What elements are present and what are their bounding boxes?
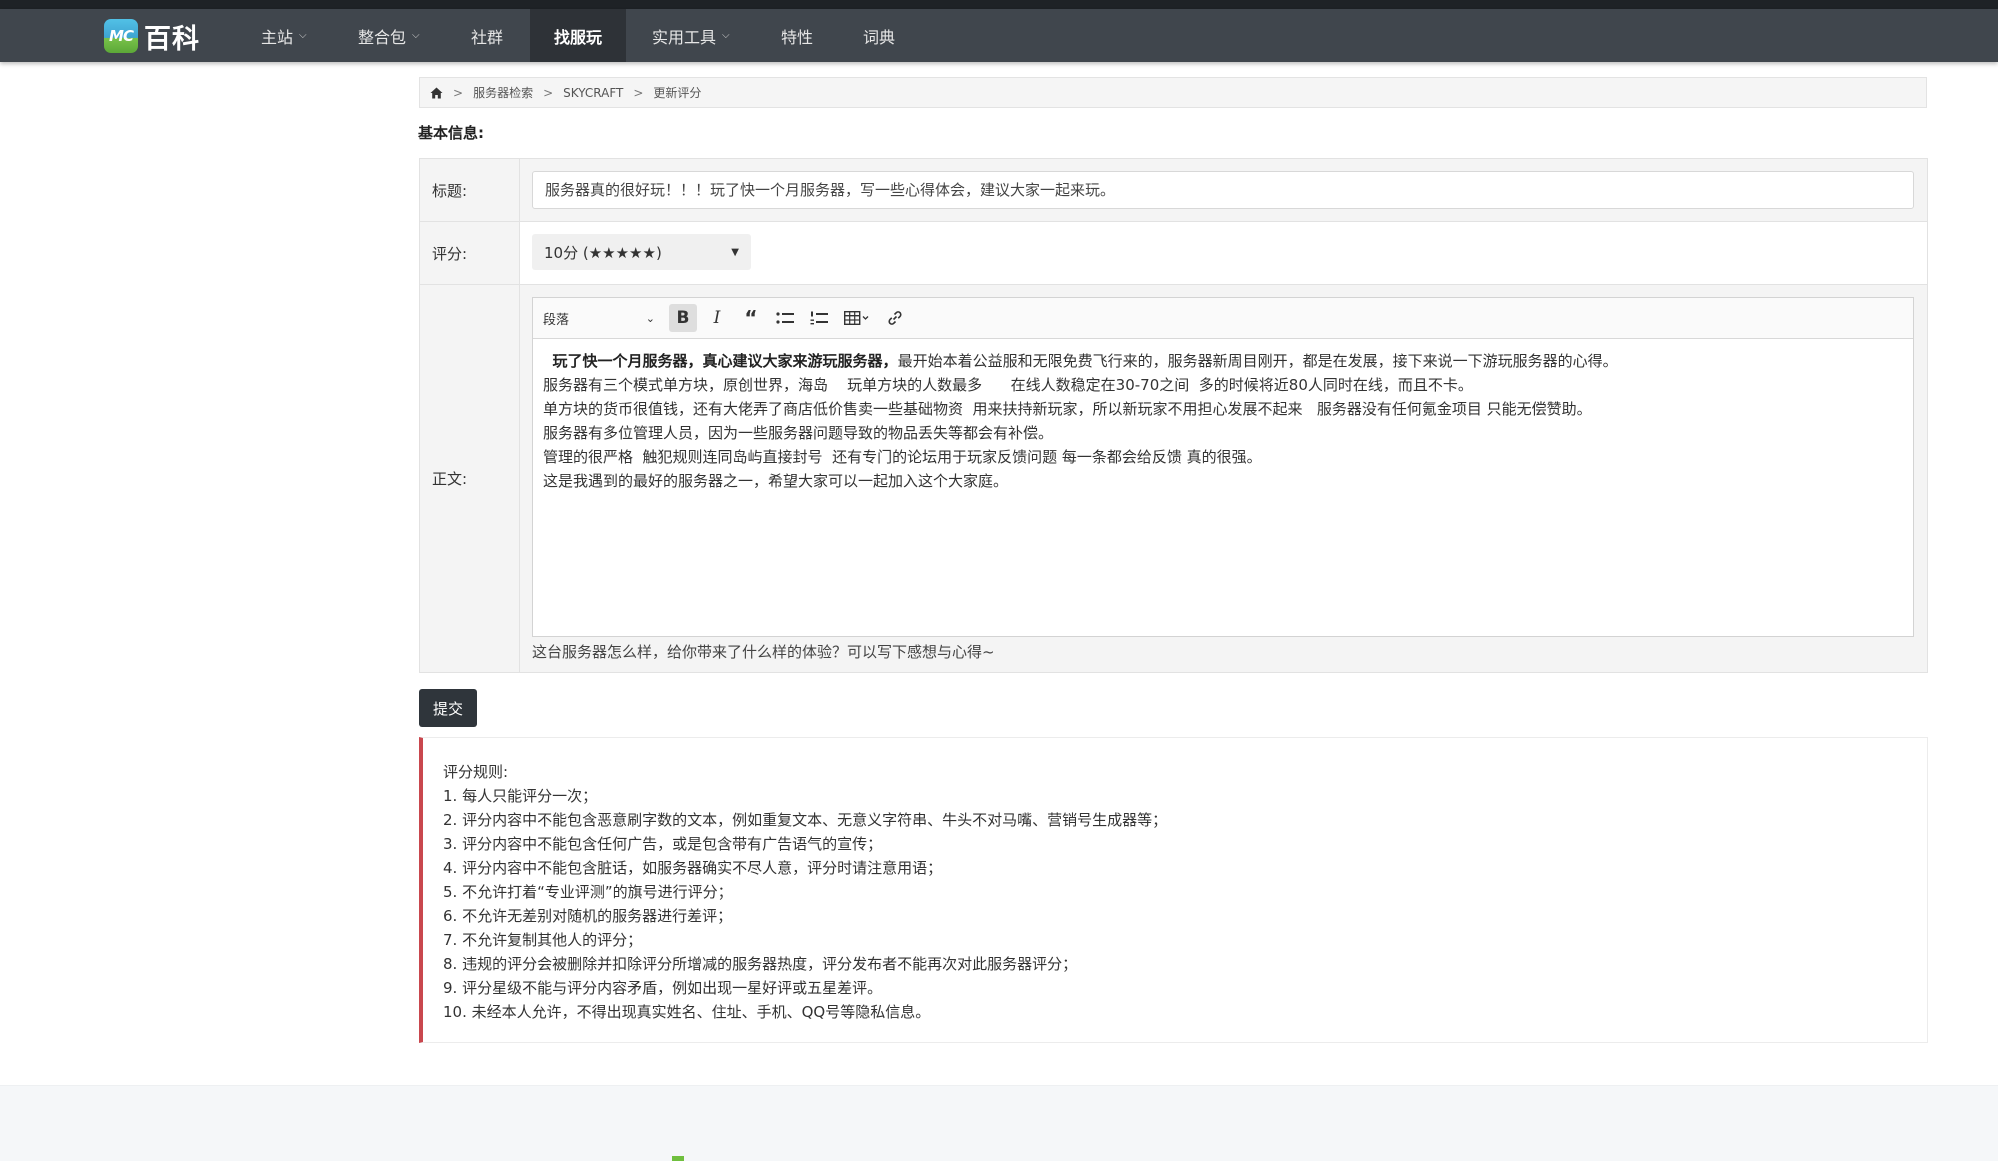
rating-select[interactable]: 10分 (★★★★★) ▼ xyxy=(532,234,751,270)
breadcrumb-link-server[interactable]: SKYCRAFT xyxy=(563,86,623,100)
rule-item: 1. 每人只能评分一次； xyxy=(443,787,598,805)
rule-item: 5. 不允许打着“专业评测”的旗号进行评分； xyxy=(443,883,733,901)
bulleted-list-icon[interactable] xyxy=(771,304,799,332)
top-navbar: MC 百科 主站 ⌵ 整合包 ⌵ 社群 找服玩 实用工具 ⌵ 特性 词典 xyxy=(0,9,1998,62)
breadcrumb-separator: > xyxy=(633,85,644,100)
nav-item-label: 整合包 xyxy=(358,27,407,47)
editor-paragraph: 这是我遇到的最好的服务器之一，希望大家可以一起加入这个大家庭。 xyxy=(543,472,1009,490)
nav-item-features[interactable]: 特性 xyxy=(766,9,828,62)
numbered-list-icon[interactable] xyxy=(805,304,833,332)
editor-toolbar: 段落 ⌄ B I “ xyxy=(533,298,1913,339)
heading-dropdown-value: 段落 xyxy=(543,312,570,328)
nav-item-community[interactable]: 社群 xyxy=(456,9,518,62)
footer-logo-fragment xyxy=(672,1156,684,1161)
nav-item-main-site[interactable]: 主站 ⌵ xyxy=(246,9,322,62)
editor-text: 最开始本着公益服和无限免费飞行来的，服务器新周目刚开，都是在发展，接下来说一下游… xyxy=(897,352,1618,370)
link-icon[interactable] xyxy=(881,304,909,332)
rule-item: 2. 评分内容中不能包含恶意刷字数的文本，例如重复文本、无意义字符串、牛头不对马… xyxy=(443,811,1168,829)
nav-item-label: 实用工具 xyxy=(652,27,717,47)
breadcrumb: > 服务器检索 > SKYCRAFT > 更新评分 xyxy=(419,77,1927,108)
section-title: 基本信息: xyxy=(418,124,484,142)
nav-item-label: 特性 xyxy=(781,27,814,47)
editor-content[interactable]: 玩了快一个月服务器，真心建议大家来游玩服务器，最开始本着公益服和无限免费飞行来的… xyxy=(533,339,1913,503)
editor-hint: 这台服务器怎么样，给你带来了什么样的体验？可以写下感想与心得~ xyxy=(532,643,995,661)
table-icon[interactable] xyxy=(839,304,875,332)
breadcrumb-separator: > xyxy=(543,85,554,100)
editor-paragraph: 服务器有多位管理人员，因为一些服务器问题导致的物品丢失等都会有补偿。 xyxy=(543,424,1054,442)
chevron-down-icon: ⌵ xyxy=(299,30,307,41)
nav-item-find-servers[interactable]: 找服玩 xyxy=(530,9,627,62)
nav-item-label: 社群 xyxy=(471,27,504,47)
heading-dropdown[interactable]: 段落 ⌄ xyxy=(543,305,663,331)
review-form: 标题: 服务器真的很好玩！！！玩了快一个月服务器，写一些心得体会，建议大家一起来… xyxy=(419,158,1928,673)
rating-rules-panel: 评分规则: 1. 每人只能评分一次； 2. 评分内容中不能包含恶意刷字数的文本，… xyxy=(419,737,1928,1043)
editor-paragraph: 玩了快一个月服务器，真心建议大家来游玩服务器，最开始本着公益服和无限免费飞行来的… xyxy=(543,349,1903,373)
title-input[interactable]: 服务器真的很好玩！！！玩了快一个月服务器，写一些心得体会，建议大家一起来玩。 xyxy=(532,171,1914,209)
page-footer xyxy=(0,1085,1998,1161)
editor-bold-text: 玩了快一个月服务器，真心建议大家来游玩服务器， xyxy=(552,352,898,370)
rule-item: 6. 不允许无差别对随机的服务器进行差评； xyxy=(443,907,733,925)
title-row: 标题: 服务器真的很好玩！！！玩了快一个月服务器，写一些心得体会，建议大家一起来… xyxy=(420,159,1927,222)
editor-paragraph: 单方块的货币很值钱，还有大佬弄了商店低价售卖一些基础物资 用来扶持新玩家，所以新… xyxy=(543,400,1592,418)
rule-item: 8. 违规的评分会被删除并扣除评分所增减的服务器热度，评分发布者不能再次对此服务… xyxy=(443,955,1078,973)
submit-button[interactable]: 提交 xyxy=(419,689,477,727)
logo-text: 百科 xyxy=(144,23,200,55)
nav-item-dictionary[interactable]: 词典 xyxy=(848,9,910,62)
italic-icon[interactable]: I xyxy=(703,304,731,332)
caret-down-icon: ▼ xyxy=(731,246,739,258)
title-label: 标题: xyxy=(420,159,520,221)
breadcrumb-separator: > xyxy=(453,85,464,100)
rating-select-value: 10分 (★★★★★) xyxy=(544,243,662,262)
rating-label: 评分: xyxy=(420,222,520,284)
chevron-down-icon: ⌵ xyxy=(722,30,730,41)
site-logo[interactable]: MC 百科 xyxy=(104,19,200,55)
logo-badge: MC xyxy=(104,19,138,53)
editor-paragraph: 服务器有三个模式单方块，原创世界，海岛 玩单方块的人数最多 在线人数稳定在30-… xyxy=(543,376,1473,394)
rule-item: 4. 评分内容中不能包含脏话，如服务器确实不尽人意，评分时请注意用语； xyxy=(443,859,943,877)
nav-item-tools[interactable]: 实用工具 ⌵ xyxy=(637,9,745,62)
editor-paragraph: 管理的很严格 触犯规则连同岛屿直接封号 还有专门的论坛用于玩家反馈问题 每一条都… xyxy=(543,448,1262,466)
body-row: 正文: 段落 ⌄ B I “ 玩了快一个月服务器，真心建议大家来游玩服务器，最开… xyxy=(420,285,1927,672)
rule-item: 9. 评分星级不能与评分内容矛盾，例如出现一星好评或五星差评。 xyxy=(443,979,883,997)
quote-icon[interactable]: “ xyxy=(737,304,765,332)
rich-text-editor: 段落 ⌄ B I “ 玩了快一个月服务器，真心建议大家来游玩服务器，最开始本着公… xyxy=(532,297,1914,637)
window-top-strip xyxy=(0,0,1998,9)
chevron-down-icon: ⌄ xyxy=(645,311,655,325)
nav-item-label: 词典 xyxy=(863,27,896,47)
nav-item-modpacks[interactable]: 整合包 ⌵ xyxy=(343,9,435,62)
rules-title: 评分规则: xyxy=(443,763,509,781)
home-icon[interactable] xyxy=(430,87,443,99)
rule-item: 10. 未经本人允许，不得出现真实姓名、住址、手机、QQ号等隐私信息。 xyxy=(443,1003,931,1021)
rule-item: 7. 不允许复制其他人的评分； xyxy=(443,931,643,949)
breadcrumb-current: 更新评分 xyxy=(653,86,702,100)
body-label: 正文: xyxy=(420,285,520,672)
rule-item: 3. 评分内容中不能包含任何广告，或是包含带有广告语气的宣传； xyxy=(443,835,883,853)
bold-icon[interactable]: B xyxy=(669,304,697,332)
breadcrumb-link-server-search[interactable]: 服务器检索 xyxy=(473,84,533,101)
rating-row: 评分: 10分 (★★★★★) ▼ xyxy=(420,222,1927,285)
nav-item-label: 找服玩 xyxy=(554,27,603,47)
nav-item-label: 主站 xyxy=(261,27,294,47)
chevron-down-icon: ⌵ xyxy=(412,30,420,41)
